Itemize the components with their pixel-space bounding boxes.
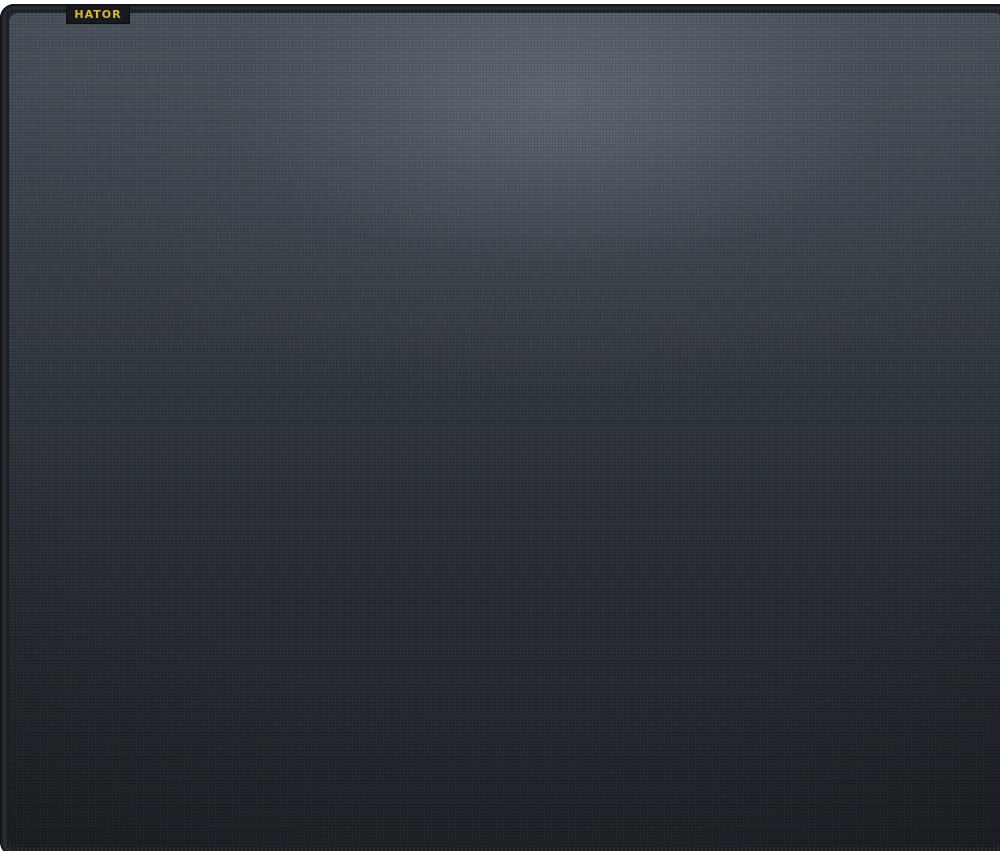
surface-shading	[9, 13, 1000, 847]
brand-tag: HATOR	[66, 4, 130, 24]
product-image: HATOR	[0, 0, 1000, 851]
mousepad	[0, 4, 1000, 851]
brand-label: HATOR	[74, 7, 122, 21]
cloth-surface	[9, 13, 1000, 847]
